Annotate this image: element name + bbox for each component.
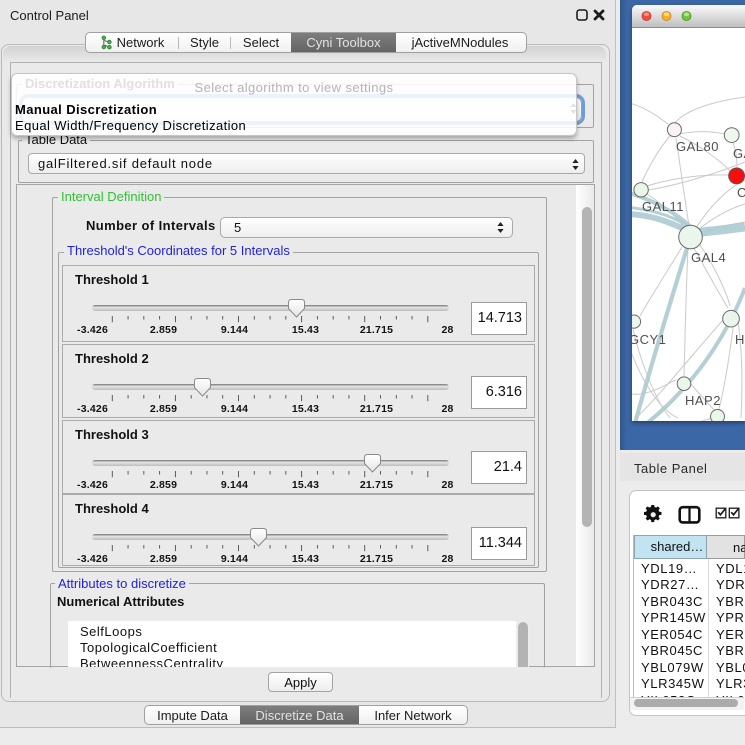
svg-text:HI: HI bbox=[735, 332, 745, 347]
svg-text:GAL: GAL bbox=[733, 146, 745, 161]
svg-text:GAL80: GAL80 bbox=[676, 139, 719, 154]
svg-text:HAP2: HAP2 bbox=[685, 393, 721, 408]
svg-text:GAL4: GAL4 bbox=[691, 250, 726, 265]
svg-text:GAL11: GAL11 bbox=[642, 199, 684, 214]
svg-text:C: C bbox=[737, 185, 745, 200]
svg-text:GCY1: GCY1 bbox=[632, 332, 666, 347]
